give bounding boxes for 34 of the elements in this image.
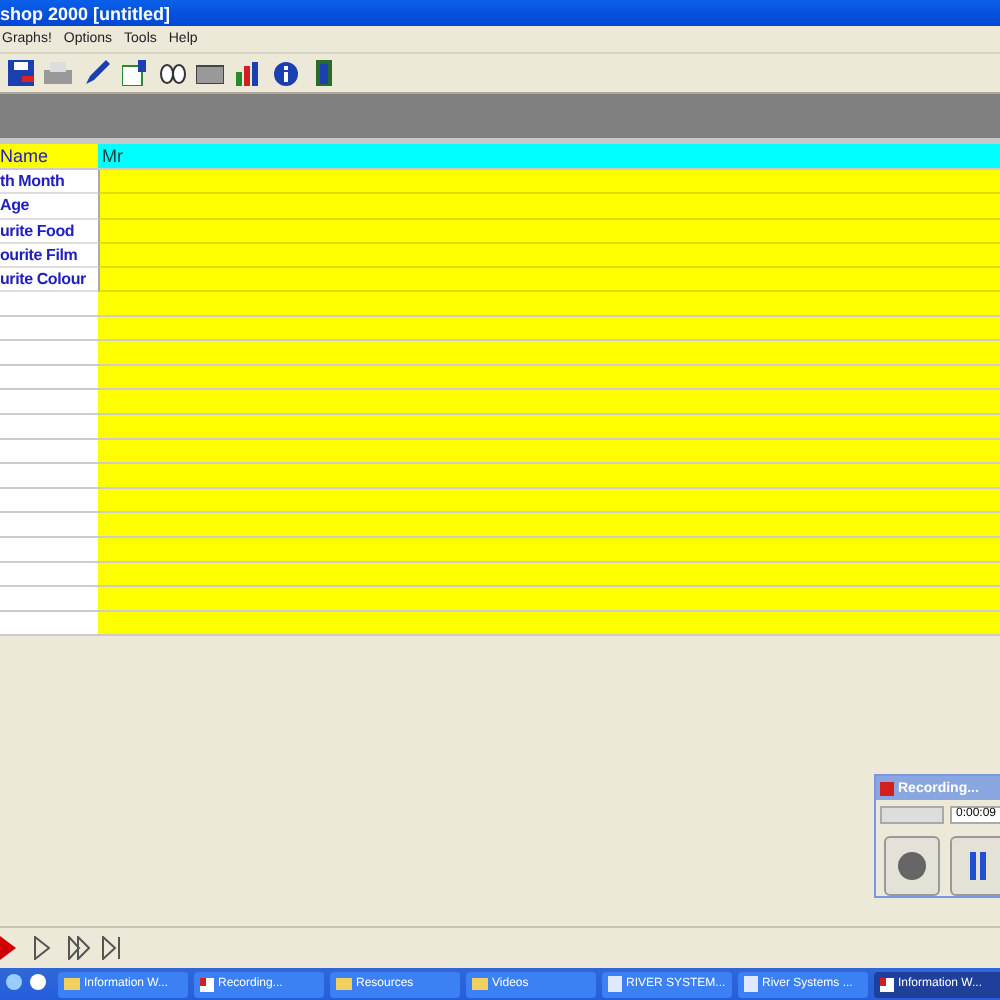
pause-icon <box>970 852 986 880</box>
bar-chart-icon[interactable] <box>236 61 260 85</box>
recorder-icon <box>880 781 894 795</box>
header-label: Name <box>0 144 98 170</box>
window-title: shop 2000 [untitled] <box>0 3 171 23</box>
value-cell[interactable] <box>98 268 1000 293</box>
document-icon <box>744 976 758 992</box>
eyes-icon[interactable] <box>159 63 185 83</box>
row-label: th Month <box>0 170 98 195</box>
row-label: urite Food <box>0 219 98 244</box>
value-cell[interactable] <box>98 243 1000 269</box>
record-button[interactable] <box>884 836 940 896</box>
chart-edit-icon[interactable] <box>121 60 147 86</box>
pause-button[interactable] <box>950 836 1000 896</box>
row-label: urite Colour <box>0 268 98 293</box>
pencil-icon[interactable] <box>83 60 109 86</box>
window-icon <box>200 977 214 991</box>
window-icon <box>880 977 894 991</box>
row-label: ourite Film <box>0 243 98 269</box>
value-cell[interactable] <box>98 219 1000 244</box>
exit-door-icon[interactable] <box>312 59 336 87</box>
document-icon <box>608 976 622 992</box>
value-cell[interactable] <box>98 194 1000 220</box>
value-cell[interactable] <box>98 170 1000 195</box>
header-value: Mr <box>98 144 1000 170</box>
info-icon[interactable] <box>274 61 298 85</box>
fast-forward-icon[interactable] <box>68 936 90 960</box>
save-icon[interactable] <box>7 60 33 86</box>
play-icon[interactable] <box>34 936 50 960</box>
quick-launch-icon[interactable] <box>4 972 52 992</box>
skip-end-icon[interactable] <box>102 936 122 960</box>
record-dot-icon <box>898 852 926 880</box>
row-label: Age <box>0 194 98 220</box>
record-icon[interactable] <box>0 936 16 960</box>
